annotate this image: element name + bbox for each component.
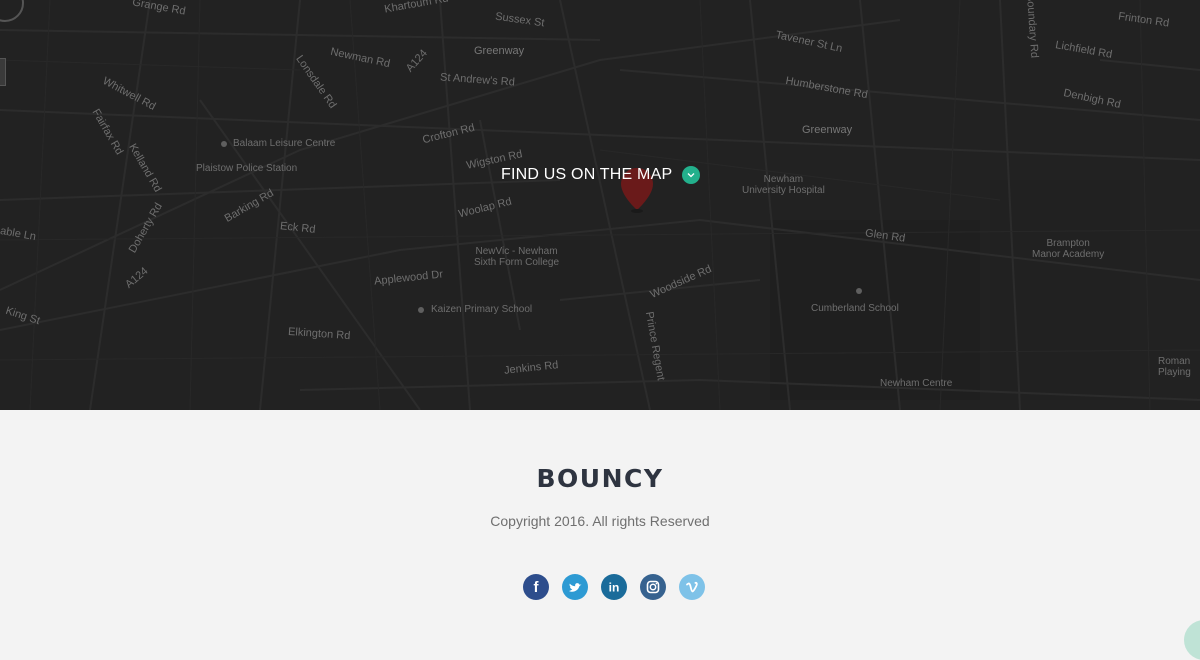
svg-text:f: f: [534, 579, 540, 596]
twitter-icon[interactable]: [562, 574, 588, 600]
poi-marker: [221, 141, 227, 147]
map-label: Greenway: [802, 124, 853, 136]
map-label: Newham Centre: [880, 378, 953, 389]
linkedin-icon[interactable]: in: [601, 574, 627, 600]
map-label: Roman Playing: [1158, 356, 1191, 378]
brand-logo[interactable]: BOUNCY: [0, 464, 1200, 493]
footer: BOUNCY Copyright 2016. All rights Reserv…: [0, 410, 1200, 644]
map-dark-overlay: [0, 0, 1200, 410]
map-label: Kaizen Primary School: [431, 304, 533, 315]
find-us-label: FIND US ON THE MAP: [501, 166, 673, 183]
social-links: f in: [523, 574, 705, 600]
poi-marker: [856, 288, 862, 294]
poi-marker: [418, 307, 424, 313]
chevron-down-icon[interactable]: [682, 166, 701, 184]
instagram-icon[interactable]: [640, 574, 666, 600]
map-pegman-control[interactable]: [0, 58, 6, 86]
map-label: NewVic - Newham Sixth Form College: [474, 246, 560, 268]
vimeo-icon[interactable]: [679, 574, 705, 600]
svg-text:in: in: [609, 581, 620, 595]
map-label: Cumberland School: [811, 303, 899, 314]
facebook-icon[interactable]: f: [523, 574, 549, 600]
map-label: Balaam Leisure Centre: [233, 138, 336, 149]
copyright-text: Copyright 2016. All rights Reserved: [490, 513, 710, 529]
map-label: Newham University Hospital: [742, 174, 825, 196]
map-label: Plaistow Police Station: [196, 163, 298, 174]
map-label: Greenway: [474, 45, 525, 57]
find-us-on-map-toggle[interactable]: FIND US ON THE MAP: [501, 163, 701, 187]
map-label: Brampton Manor Academy: [1032, 238, 1105, 260]
map-section[interactable]: Grange Rd Khartoum Rd Sussex St Newman R…: [0, 0, 1200, 410]
